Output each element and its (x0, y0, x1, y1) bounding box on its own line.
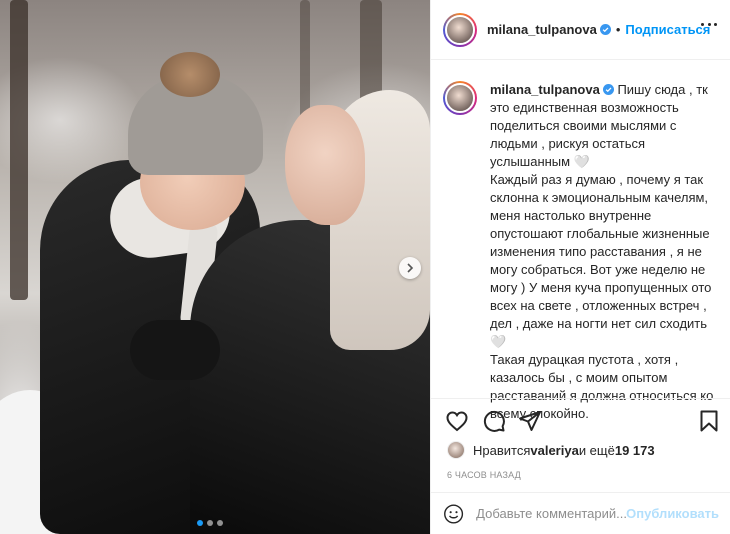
background-tree (10, 0, 28, 300)
comment-input[interactable] (476, 506, 627, 521)
post-side-panel: milana_tulpanova • Подписаться milana_tu… (430, 0, 730, 534)
hat-pompom (160, 52, 220, 97)
caption-body: Пишу сюда , тк это единственная возможно… (490, 82, 714, 421)
post-photo[interactable] (0, 0, 430, 534)
follow-button[interactable]: Подписаться (625, 22, 710, 37)
verified-badge-icon (599, 24, 611, 35)
share-button[interactable] (518, 409, 542, 433)
header-separator: • (615, 22, 621, 37)
carousel-indicator (197, 520, 223, 526)
author-avatar[interactable] (443, 12, 477, 47)
woman-face (285, 105, 365, 225)
caption-text: milana_tulpanova Пишу сюда , тк это един… (490, 81, 719, 421)
like-button[interactable] (445, 409, 469, 433)
save-button[interactable] (697, 409, 721, 433)
publish-button[interactable]: Опубликовать (626, 506, 719, 521)
chevron-right-icon (407, 263, 414, 273)
comment-button[interactable] (482, 409, 506, 433)
bookmark-icon (700, 410, 718, 432)
carousel-dot (197, 520, 203, 526)
likes-summary[interactable]: Нравится valeriya и ещё 19 173 (447, 440, 655, 460)
likes-middle: и ещё (578, 442, 615, 458)
caption-author-avatar[interactable] (443, 81, 477, 115)
likes-prefix: Нравится (473, 442, 531, 458)
caption-area: milana_tulpanova Пишу сюда , тк это един… (431, 68, 730, 421)
comment-icon (483, 410, 505, 432)
carousel-dot (207, 520, 213, 526)
carousel-dot (217, 520, 223, 526)
caption-username[interactable]: milana_tulpanova (490, 82, 600, 97)
post-header: milana_tulpanova • Подписаться (431, 0, 730, 60)
comment-bar: Опубликовать (431, 492, 730, 534)
author-username[interactable]: milana_tulpanova (487, 22, 597, 37)
child-hand (130, 320, 220, 380)
more-options-icon[interactable] (701, 23, 717, 27)
post-timestamp[interactable]: 6 часов назад (447, 470, 521, 480)
liker-avatar[interactable] (447, 441, 465, 459)
carousel-next-button[interactable] (399, 257, 421, 279)
share-icon (519, 411, 541, 431)
emoji-icon[interactable] (443, 502, 464, 526)
liker-username[interactable]: valeriya (530, 443, 578, 458)
heart-icon (446, 411, 468, 432)
likes-count[interactable]: 19 173 (615, 443, 655, 458)
action-bar (431, 398, 730, 438)
verified-badge-icon (602, 84, 614, 95)
